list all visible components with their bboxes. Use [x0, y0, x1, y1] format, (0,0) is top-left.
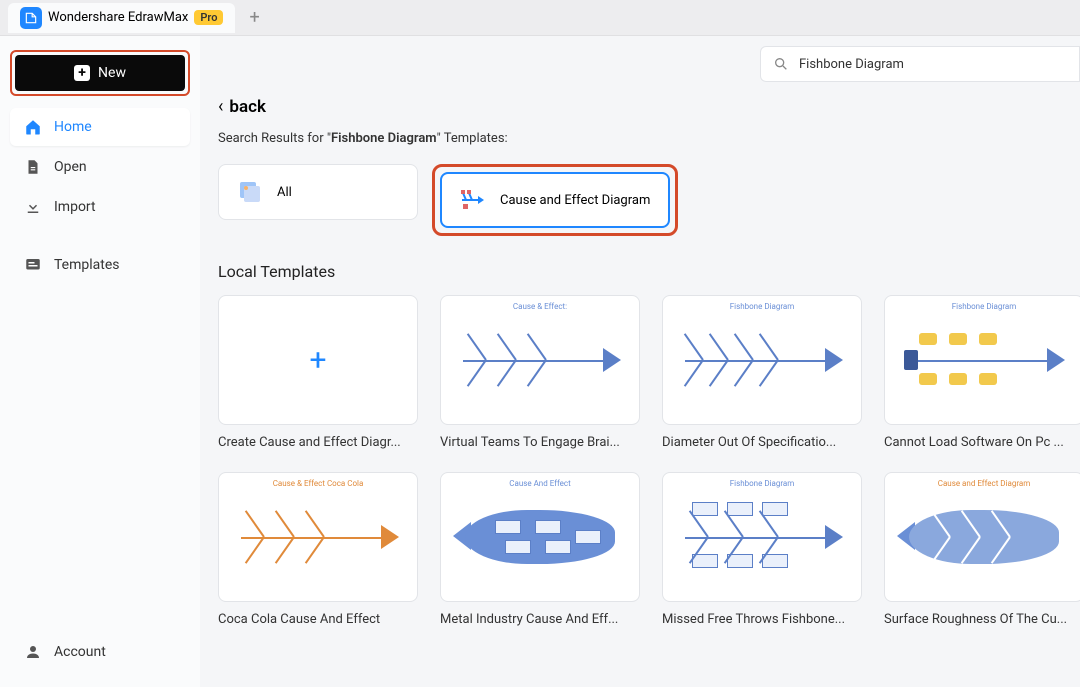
file-icon — [24, 158, 42, 176]
template-thumb[interactable]: Cause And Effect — [440, 472, 640, 602]
sidebar-item-label: Open — [54, 159, 87, 175]
sidebar-item-account[interactable]: Account — [10, 633, 190, 671]
sidebar: + New Home Open Import — [0, 36, 200, 687]
app-name: Wondershare EdrawMax — [48, 10, 188, 25]
app-logo-icon — [20, 7, 42, 29]
template-item[interactable]: Cause And Effect Metal Industry Cause An… — [440, 472, 640, 627]
template-item[interactable]: Fishbone Diagram Cannot Load Software On… — [884, 295, 1080, 450]
chevron-left-icon: ‹ — [218, 96, 223, 117]
content-area: ‹ back Search Results for "Fishbone Diag… — [200, 36, 1080, 687]
template-label: Coca Cola Cause And Effect — [218, 612, 418, 627]
pro-badge: Pro — [194, 10, 223, 25]
sidebar-item-import[interactable]: Import — [10, 188, 190, 226]
template-label: Cannot Load Software On Pc ... — [884, 435, 1080, 450]
filter-cause-effect[interactable]: Cause and Effect Diagram — [440, 172, 670, 228]
cause-effect-icon — [460, 187, 486, 213]
template-thumb[interactable]: Cause & Effect: — [440, 295, 640, 425]
filter-row: All Cause and Effect Diagram — [218, 164, 1080, 236]
back-label: back — [229, 97, 266, 117]
sidebar-item-label: Home — [54, 119, 92, 135]
sidebar-item-label: Account — [54, 644, 106, 660]
template-label: Missed Free Throws Fishbone... — [662, 612, 862, 627]
import-icon — [24, 198, 42, 216]
new-button-label: New — [98, 65, 126, 81]
home-icon — [24, 118, 42, 136]
template-create[interactable]: + Create Cause and Effect Diagr... — [218, 295, 418, 450]
add-tab-button[interactable]: + — [249, 7, 259, 28]
template-item[interactable]: Fishbone Diagram Diameter Out Of Specifi… — [662, 295, 862, 450]
template-thumb[interactable]: Fishbone Diagram — [662, 295, 862, 425]
template-item[interactable]: Cause & Effect: Virtual Teams To Engage … — [440, 295, 640, 450]
filter-label: Cause and Effect Diagram — [500, 193, 650, 208]
plus-icon: + — [74, 65, 90, 81]
template-label: Surface Roughness Of The Cu... — [884, 612, 1080, 627]
section-local-templates: Local Templates — [218, 262, 1080, 281]
template-item[interactable]: Cause & Effect Coca Cola Coca Cola Cause… — [218, 472, 418, 627]
sidebar-item-label: Templates — [54, 257, 120, 273]
sidebar-item-label: Import — [54, 199, 96, 215]
sidebar-item-open[interactable]: Open — [10, 148, 190, 186]
template-label: Virtual Teams To Engage Brai... — [440, 435, 640, 450]
account-icon — [24, 643, 42, 661]
app-tab[interactable]: Wondershare EdrawMax Pro — [8, 3, 235, 33]
template-item[interactable]: Fishbone Diagram Missed Free Throws Fish… — [662, 472, 862, 627]
template-thumb[interactable]: Fishbone Diagram — [662, 472, 862, 602]
all-icon — [237, 179, 263, 205]
search-box[interactable] — [760, 46, 1080, 82]
filter-all[interactable]: All — [218, 164, 418, 220]
filter-label: All — [277, 185, 292, 200]
search-icon — [773, 56, 789, 72]
template-thumb[interactable]: Cause & Effect Coca Cola — [218, 472, 418, 602]
sidebar-item-home[interactable]: Home — [10, 108, 190, 146]
template-thumb[interactable]: Cause and Effect Diagram — [884, 472, 1080, 602]
results-line: Search Results for "Fishbone Diagram" Te… — [218, 131, 1080, 146]
filter-highlight: Cause and Effect Diagram — [432, 164, 678, 236]
search-input[interactable] — [799, 57, 1067, 72]
template-item[interactable]: Cause and Effect Diagram Surface Roughne… — [884, 472, 1080, 627]
template-label: Metal Industry Cause And Eff... — [440, 612, 640, 627]
template-label: Diameter Out Of Specificatio... — [662, 435, 862, 450]
templates-grid: + Create Cause and Effect Diagr... Cause… — [218, 295, 1080, 627]
template-label: Create Cause and Effect Diagr... — [218, 435, 418, 450]
new-button-highlight: + New — [10, 50, 190, 96]
sidebar-item-templates[interactable]: Templates — [10, 246, 190, 284]
create-thumb[interactable]: + — [218, 295, 418, 425]
back-button[interactable]: ‹ back — [218, 96, 1080, 117]
templates-icon — [24, 256, 42, 274]
titlebar: Wondershare EdrawMax Pro + — [0, 0, 1080, 36]
template-thumb[interactable]: Fishbone Diagram — [884, 295, 1080, 425]
new-button[interactable]: + New — [15, 55, 185, 91]
